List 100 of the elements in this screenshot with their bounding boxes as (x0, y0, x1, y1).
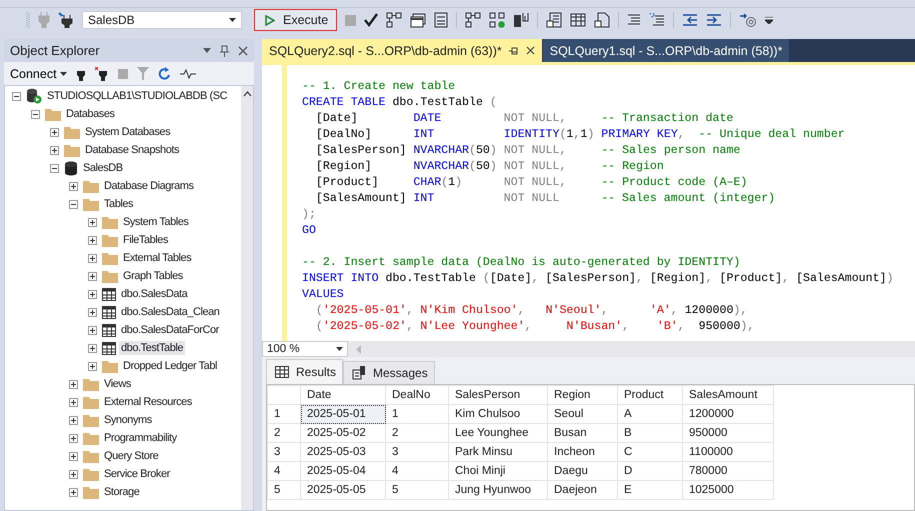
tree-item[interactable]: Databases (64, 107, 117, 121)
expand-icon[interactable] (88, 326, 97, 334)
expand-icon[interactable] (50, 146, 59, 154)
tree-item[interactable]: System Databases (83, 125, 172, 139)
expand-icon[interactable] (69, 434, 78, 442)
tree-item[interactable]: Graph Tables (121, 269, 185, 283)
scrollbar[interactable] (241, 86, 253, 510)
pulse-icon[interactable] (180, 68, 196, 78)
expand-icon[interactable] (69, 452, 78, 460)
tree-item[interactable]: FileTables (121, 233, 170, 247)
expand-icon[interactable] (69, 380, 78, 388)
indent-icon[interactable] (706, 14, 722, 26)
panel-title: Object Explorer (10, 43, 100, 58)
outdent-icon[interactable] (682, 14, 698, 26)
checkmark-icon[interactable] (364, 13, 378, 27)
tree-item[interactable]: Programmability (102, 431, 179, 445)
overflow-caret-icon[interactable] (765, 16, 774, 24)
document-tab[interactable]: SQLQuery1.sql - S...ORP\db-admin (58))* (542, 39, 790, 62)
execute-button[interactable]: Execute (254, 9, 338, 31)
folder-icon (83, 378, 99, 390)
tree-item[interactable]: Synonyms (102, 413, 154, 427)
code-line: ); (302, 207, 317, 223)
plug-x-icon[interactable] (94, 66, 109, 80)
tree-item[interactable]: External Tables (121, 251, 194, 265)
tree-item[interactable]: Query Store (102, 449, 160, 463)
results-tab[interactable]: Messages (343, 361, 435, 384)
collapse-icon[interactable] (31, 110, 40, 118)
table-cell: Choi Minji (455, 465, 506, 477)
expand-icon[interactable] (88, 254, 97, 262)
plug-icon[interactable] (58, 12, 74, 28)
code-line: [Date] DATE NOT NULL, -- Transaction date (314, 111, 734, 127)
tree-item[interactable]: dbo.SalesDataForCor (119, 323, 221, 337)
table-cell: Daejeon (554, 484, 597, 496)
expand-icon[interactable] (88, 290, 97, 298)
tree-item[interactable]: External Resources (102, 395, 194, 409)
expand-icon[interactable] (69, 398, 78, 406)
expand-icon[interactable] (88, 362, 97, 370)
table-icon (102, 342, 116, 354)
dropdown-caret-icon (60, 72, 67, 76)
row-number: 3 (274, 446, 280, 458)
tree-item[interactable]: Tables (102, 197, 136, 211)
tree-item[interactable]: Storage (102, 485, 142, 499)
flowchart-icon[interactable] (465, 12, 482, 28)
tree-item[interactable]: Database Diagrams (102, 179, 196, 193)
refresh-icon[interactable] (158, 66, 171, 80)
code-line: [SalesPerson] NVARCHAR(50) NOT NULL, -- Sales person name (314, 143, 742, 159)
table-cell: Lee Younghee (455, 427, 529, 439)
collapse-icon[interactable] (50, 164, 59, 172)
flowchart-check-icon[interactable] (489, 12, 506, 28)
expand-icon[interactable] (88, 308, 97, 316)
tree-item[interactable]: dbo.TestTable (119, 341, 186, 355)
database-dropdown[interactable]: SalesDB (82, 11, 242, 29)
expand-icon[interactable] (50, 128, 59, 136)
expand-icon[interactable] (88, 272, 97, 280)
code-editor[interactable] (262, 62, 915, 341)
tree-item[interactable]: STUDIOSQLLAB1\STUDIOLABDB (SC (45, 89, 230, 103)
expand-icon[interactable] (69, 182, 78, 190)
file-results-icon[interactable] (594, 12, 610, 28)
tree-item[interactable]: dbo.SalesData (119, 287, 190, 301)
tree-item[interactable]: SalesDB (81, 161, 125, 175)
connect-button[interactable]: Connect (10, 66, 67, 80)
lines-icon[interactable] (627, 13, 642, 27)
expand-icon[interactable] (69, 488, 78, 496)
tree-item[interactable]: Service Broker (102, 467, 172, 481)
windows-icon[interactable] (410, 12, 426, 28)
table-cell: E (624, 484, 632, 496)
tree-item[interactable]: Dropped Ledger Tabl (121, 359, 219, 373)
grid-results-icon[interactable] (570, 12, 586, 28)
folder-icon (45, 108, 61, 120)
folder-icon (83, 180, 99, 192)
lines-question-icon[interactable] (649, 13, 666, 27)
pin-icon[interactable] (508, 46, 519, 54)
close-icon[interactable] (238, 46, 248, 56)
zoom-dropdown[interactable]: 100 % (262, 341, 348, 357)
tree-item[interactable]: Views (102, 377, 133, 391)
code-line: GO (302, 223, 317, 239)
text-results-icon[interactable] (546, 12, 562, 28)
expand-icon[interactable] (69, 416, 78, 424)
document-tab[interactable]: SQLQuery2.sql - S...ORP\db-admin (63))* (262, 39, 542, 62)
expand-icon[interactable] (69, 470, 78, 478)
column-header[interactable]: Date (307, 389, 332, 401)
dropdown-caret-icon[interactable] (229, 18, 236, 22)
row-number: 5 (274, 484, 280, 496)
results-tab[interactable]: Results (266, 359, 344, 384)
tree-item[interactable]: dbo.SalesData_Clean (119, 305, 222, 319)
expand-icon[interactable] (88, 344, 97, 352)
row-number: 4 (274, 465, 280, 477)
pin-icon[interactable] (220, 44, 229, 56)
table-cell: 2025-05-03 (307, 446, 366, 458)
table-cell: 1100000 (689, 446, 733, 458)
flowchart-icon[interactable] (386, 12, 402, 28)
arrow-at-icon[interactable] (739, 12, 758, 28)
scroll-up-icon[interactable] (242, 91, 252, 97)
tree-item[interactable]: Database Snapshots (83, 143, 182, 157)
collapse-icon[interactable] (12, 92, 21, 100)
tree-item[interactable]: System Tables (121, 215, 190, 229)
expand-icon[interactable] (88, 236, 97, 244)
expand-icon[interactable] (88, 218, 97, 226)
close-icon[interactable] (526, 46, 535, 55)
collapse-icon[interactable] (69, 200, 78, 208)
